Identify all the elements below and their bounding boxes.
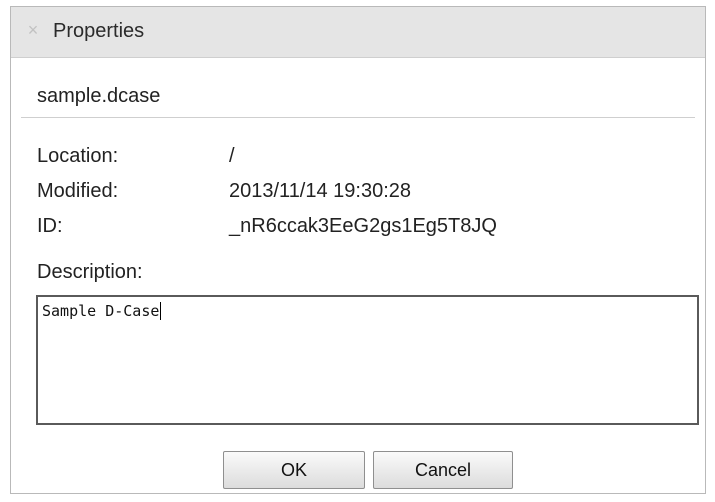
- close-icon[interactable]: ×: [25, 21, 41, 39]
- ok-button[interactable]: OK: [223, 451, 365, 489]
- id-label: ID:: [37, 215, 63, 237]
- separator: [21, 117, 695, 118]
- cancel-button[interactable]: Cancel: [373, 451, 513, 489]
- dialog-title: Properties: [53, 20, 145, 42]
- description-label: Description:: [37, 261, 143, 283]
- file-name: sample.dcase: [37, 85, 161, 107]
- properties-dialog: × Properties sample.dcase Location: / Mo…: [10, 6, 706, 494]
- description-text: Sample D-Case: [42, 302, 162, 320]
- title-bar: × Properties: [11, 7, 705, 58]
- description-textarea[interactable]: Sample D-Case: [36, 295, 699, 425]
- id-value: _nR6ccak3EeG2gs1Eg5T8JQ: [229, 215, 497, 237]
- modified-value: 2013/11/14 19:30:28: [229, 180, 412, 202]
- modified-label: Modified:: [37, 180, 119, 202]
- location-value: /: [229, 145, 235, 167]
- location-label: Location:: [37, 145, 119, 167]
